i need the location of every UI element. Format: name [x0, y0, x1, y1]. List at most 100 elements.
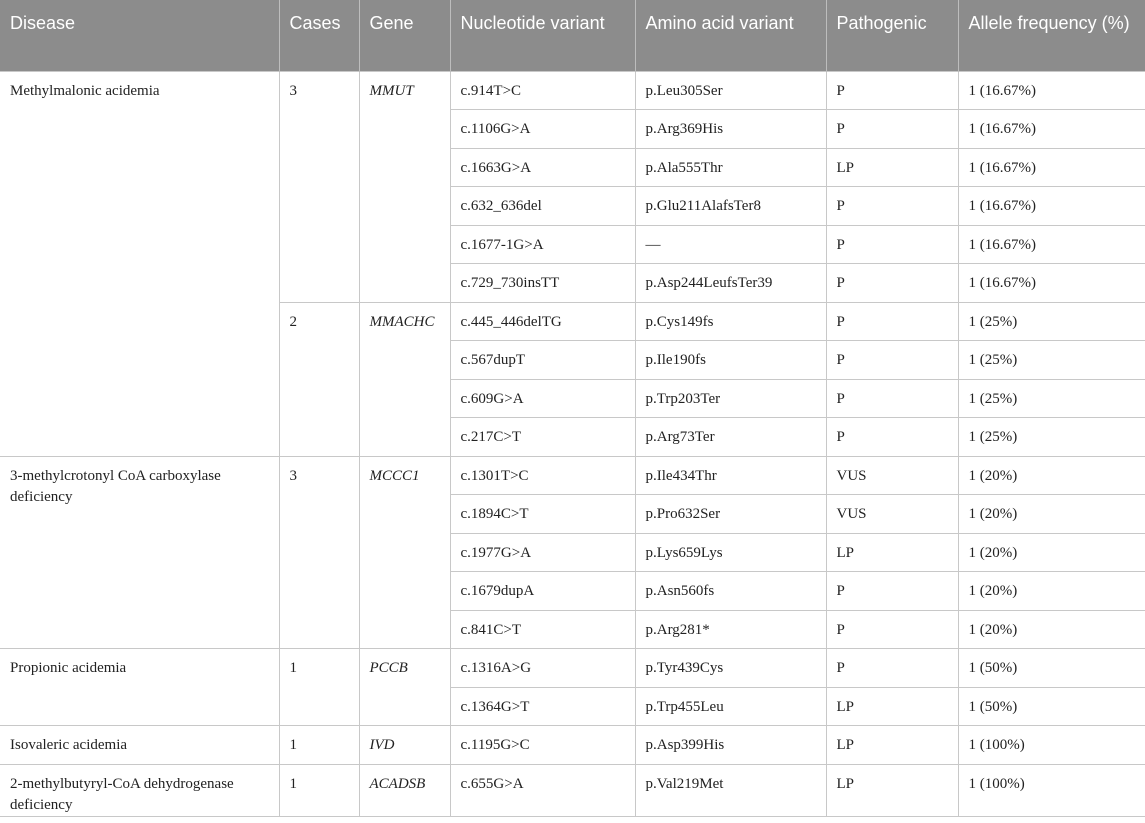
amino-acid-variant-cell: p.Leu305Ser: [634, 70, 827, 110]
pathogenic-cell: P: [825, 417, 959, 457]
header-row: Disease Cases Gene Nucleotide variant Am…: [0, 0, 1145, 71]
pathogenic-cell: P: [825, 609, 959, 649]
pathogenic-cell: LP: [825, 763, 959, 817]
amino-acid-variant-cell: p.Cys149fs: [634, 301, 827, 341]
disease-cell: Propionic acidemia: [0, 648, 280, 726]
pathogenic-cell: LP: [825, 147, 959, 187]
disease-cell: Isovaleric acidemia: [0, 725, 280, 765]
nucleotide-variant-cell: c.632_636del: [450, 186, 636, 226]
allele-frequency-cell: 1 (25%): [957, 378, 1145, 418]
disease-cell: 3-methylcrotonyl CoA carboxylase deficie…: [0, 455, 280, 649]
disease-cell: Methylmalonic acidemia: [0, 70, 280, 457]
variant-table: Disease Cases Gene Nucleotide variant Am…: [0, 0, 1145, 817]
nucleotide-variant-cell: c.1301T>C: [449, 455, 636, 495]
pathogenic-cell: P: [825, 109, 959, 149]
allele-frequency-cell: 1 (25%): [957, 340, 1145, 380]
nucleotide-variant-cell: c.1677-1G>A: [450, 224, 636, 264]
cases-cell: 1: [278, 725, 360, 765]
table-row: Methylmalonic acidemia 3 MMUT c.914T>C p.Leu…: [0, 70, 1145, 457]
table-header: Disease Cases Gene Nucleotide variant Am…: [0, 0, 1145, 71]
amino-acid-variant-cell: p.Ile190fs: [634, 340, 827, 380]
gene-cell: MCCC1: [358, 455, 451, 649]
nucleotide-variant-cell: c.655G>A: [449, 763, 636, 817]
header-amino-acid-variant: Amino acid variant: [634, 0, 826, 71]
gene-cell: ACADSB: [358, 763, 451, 817]
amino-acid-variant-cell: p.Asp244LeufsTer39: [634, 263, 827, 303]
pathogenic-cell: P: [825, 648, 959, 688]
amino-acid-variant-cell: p.Lys659Lys: [634, 532, 827, 572]
header-cases: Cases: [278, 0, 359, 71]
pathogenic-cell: VUS: [825, 494, 959, 534]
amino-acid-variant-cell: p.Asn560fs: [634, 571, 827, 611]
disease-cell: 2-methylbutyryl-CoA dehydrogenase defici…: [0, 763, 280, 817]
amino-acid-variant-cell: —: [634, 224, 827, 264]
amino-acid-variant-cell: p.Tyr439Cys: [634, 648, 827, 688]
amino-acid-variant-cell: p.Trp203Ter: [634, 378, 827, 418]
pathogenic-cell: P: [825, 301, 959, 341]
allele-frequency-cell: 1 (20%): [957, 455, 1145, 495]
table-row: Isovaleric acidemia 1 IVD c.1195G>C p.Asp399…: [0, 725, 1145, 765]
header-nucleotide-variant: Nucleotide variant: [449, 0, 635, 71]
cases-cell: 1: [278, 763, 360, 817]
header-gene: Gene: [358, 0, 450, 71]
nucleotide-variant-cell: c.841C>T: [450, 609, 636, 649]
nucleotide-variant-cell: c.567dupT: [450, 340, 636, 380]
nucleotide-variant-cell: c.445_446delTG: [449, 301, 636, 341]
amino-acid-variant-cell: p.Ile434Thr: [634, 455, 827, 495]
nucleotide-variant-cell: c.1663G>A: [450, 147, 636, 187]
allele-frequency-cell: 1 (20%): [957, 571, 1145, 611]
table-row: 3-methylcrotonyl CoA carboxylase deficie…: [0, 455, 1145, 649]
pathogenic-cell: P: [825, 186, 959, 226]
pathogenic-cell: VUS: [825, 455, 959, 495]
allele-frequency-cell: 1 (16.67%): [957, 186, 1145, 226]
nucleotide-variant-cell: c.729_730insTT: [450, 263, 636, 303]
nucleotide-variant-cell: c.1106G>A: [450, 109, 636, 149]
allele-frequency-cell: 1 (100%): [957, 763, 1145, 817]
table-body: Methylmalonic acidemia 3 MMUT c.914T>C p.Leu…: [0, 70, 1145, 817]
nucleotide-variant-cell: c.914T>C: [449, 70, 636, 110]
header-allele-frequency: Allele frequency (%): [957, 0, 1145, 71]
nucleotide-variant-cell: c.1195G>C: [449, 725, 636, 765]
nucleotide-variant-cell: c.217C>T: [450, 417, 636, 457]
amino-acid-variant-cell: p.Arg73Ter: [634, 417, 827, 457]
allele-frequency-cell: 1 (50%): [957, 648, 1145, 688]
allele-frequency-cell: 1 (20%): [957, 532, 1145, 572]
pathogenic-cell: P: [825, 70, 959, 110]
pathogenic-cell: P: [825, 378, 959, 418]
allele-frequency-cell: 1 (20%): [957, 609, 1145, 649]
allele-frequency-cell: 1 (50%): [957, 686, 1145, 726]
amino-acid-variant-cell: p.Pro632Ser: [634, 494, 827, 534]
amino-acid-variant-cell: p.Ala555Thr: [634, 147, 827, 187]
nucleotide-variant-cell: c.1316A>G: [449, 648, 636, 688]
gene-cell: MMACHC: [358, 301, 451, 457]
pathogenic-cell: P: [825, 571, 959, 611]
allele-frequency-cell: 1 (16.67%): [957, 147, 1145, 187]
header-disease: Disease: [0, 0, 279, 71]
pathogenic-cell: P: [825, 224, 959, 264]
table-row: Propionic acidemia 1 PCCB c.1316A>G p.Tyr439…: [0, 648, 1145, 726]
allele-frequency-cell: 1 (16.67%): [957, 70, 1145, 110]
pathogenic-cell: LP: [825, 532, 959, 572]
allele-frequency-cell: 1 (25%): [957, 301, 1145, 341]
table-row: 2-methylbutyryl-CoA dehydrogenase defici…: [0, 763, 1145, 817]
amino-acid-variant-cell: p.Arg369His: [634, 109, 827, 149]
nucleotide-variant-cell: c.1977G>A: [450, 532, 636, 572]
cases-cell: 2: [279, 301, 360, 457]
allele-frequency-cell: 1 (16.67%): [957, 263, 1145, 303]
gene-cell: IVD: [358, 725, 451, 765]
nucleotide-variant-cell: c.609G>A: [450, 378, 636, 418]
amino-acid-variant-cell: p.Val219Met: [634, 763, 827, 817]
pathogenic-cell: P: [825, 263, 959, 303]
allele-frequency-cell: 1 (16.67%): [957, 109, 1145, 149]
gene-cell: MMUT: [358, 70, 451, 303]
cases-cell: 3: [278, 455, 360, 649]
pathogenic-cell: LP: [825, 686, 959, 726]
nucleotide-variant-cell: c.1364G>T: [450, 686, 636, 726]
allele-frequency-cell: 1 (100%): [957, 725, 1145, 765]
cases-cell: 3: [278, 70, 360, 303]
allele-frequency-cell: 1 (20%): [957, 494, 1145, 534]
pathogenic-cell: P: [825, 340, 959, 380]
header-pathogenic: Pathogenic: [825, 0, 958, 71]
amino-acid-variant-cell: p.Arg281*: [634, 609, 827, 649]
allele-frequency-cell: 1 (25%): [957, 417, 1145, 457]
